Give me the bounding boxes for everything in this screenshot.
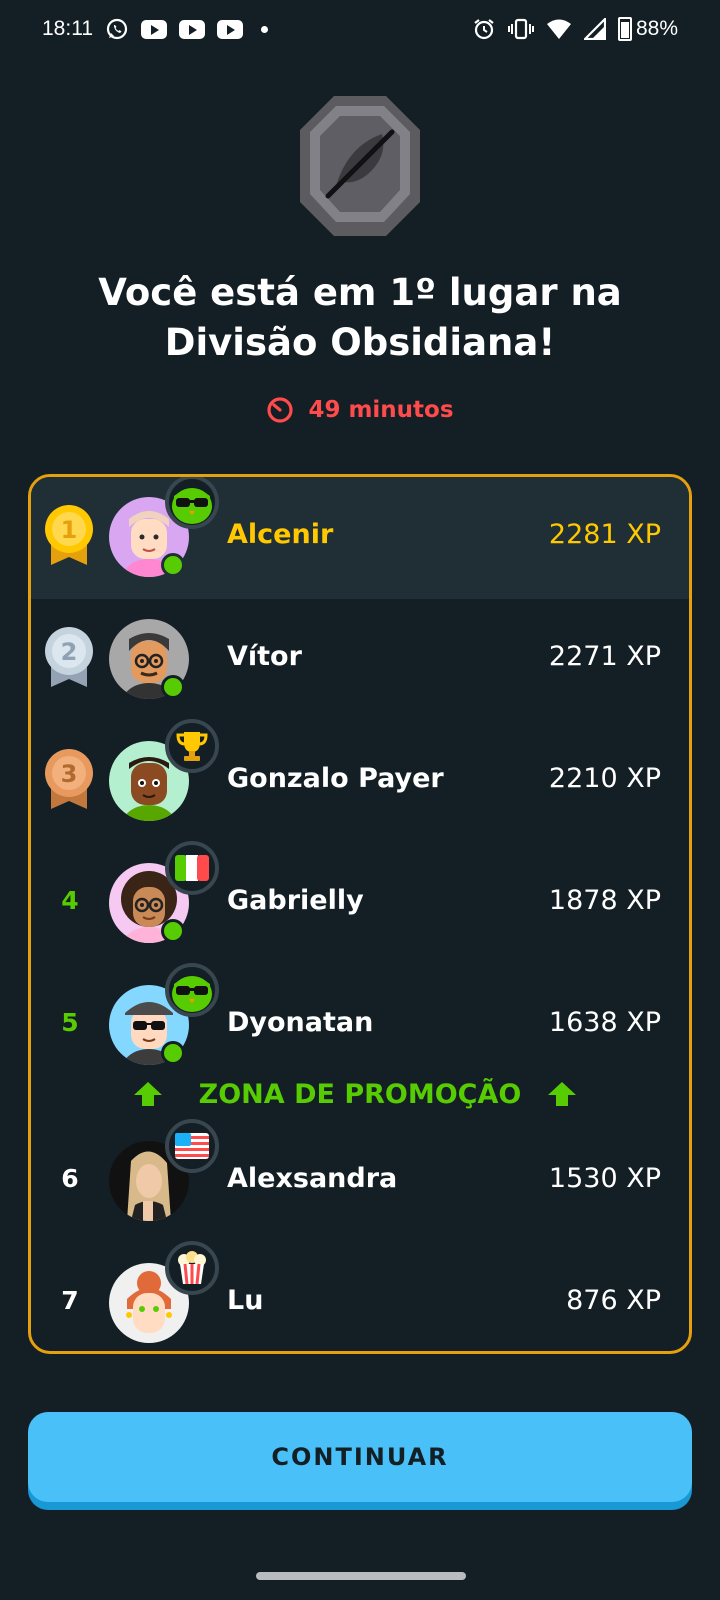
user-xp: 1638 XP — [548, 1007, 661, 1038]
svg-text:2: 2 — [61, 638, 78, 666]
user-xp: 2271 XP — [548, 641, 661, 672]
youtube-icon — [217, 19, 243, 39]
online-status-dot — [161, 1041, 185, 1065]
rank-number: 7 — [61, 1285, 79, 1315]
page-title: Você está em 1º lugar na Divisão Obsidia… — [98, 271, 622, 364]
svg-text:1: 1 — [61, 516, 78, 544]
usa-flag-icon — [165, 1119, 219, 1173]
bronze-medal-icon: 3 — [45, 749, 93, 809]
trophy-icon — [165, 719, 219, 773]
youtube-icon — [179, 19, 205, 39]
user-name: Alcenir — [227, 519, 334, 550]
user-name: Vítor — [227, 641, 302, 672]
timer-text: 49 minutos — [308, 397, 454, 423]
more-notifications-dot — [261, 25, 268, 33]
leaderboard-row[interactable]: 6 Alexsandra 1530 XP — [31, 1119, 689, 1243]
battery-level: 88% — [635, 17, 678, 40]
vibrate-icon — [507, 18, 534, 40]
status-bar: 18:11 88% — [0, 0, 720, 58]
obsidian-league-badge-icon — [300, 96, 420, 236]
italy-flag-icon — [165, 841, 219, 895]
rank-number: 4 — [61, 885, 79, 915]
user-xp: 2210 XP — [548, 763, 661, 794]
status-bar-left: 18:11 — [42, 17, 268, 41]
rank-number: 6 — [61, 1163, 79, 1193]
online-status-dot — [161, 919, 185, 943]
user-name: Gonzalo Payer — [227, 763, 444, 794]
user-xp: 1530 XP — [548, 1163, 661, 1194]
continue-button[interactable]: CONTINUAR — [28, 1412, 692, 1502]
user-xp: 1878 XP — [548, 885, 661, 916]
user-xp: 876 XP — [566, 1285, 661, 1316]
rank-number: 5 — [61, 1007, 79, 1037]
leaderboard-row-current-user[interactable]: 1 Alcenir 2281 XP — [31, 477, 689, 599]
status-bar-right: 88% — [472, 17, 678, 41]
timer-icon — [267, 397, 294, 423]
leaderboard-row[interactable]: 4 Gabrielly 1878 XP — [31, 841, 689, 965]
youtube-icon — [141, 19, 167, 39]
time-remaining: 49 minutos — [0, 396, 720, 424]
battery-icon — [617, 17, 632, 41]
popcorn-icon — [165, 1241, 219, 1295]
user-name: Alexsandra — [227, 1163, 398, 1194]
sunglasses-owl-icon — [165, 477, 219, 529]
user-xp: 2281 XP — [548, 519, 661, 550]
whatsapp-icon — [106, 18, 128, 40]
svg-text:3: 3 — [61, 760, 78, 788]
signal-icon — [583, 18, 606, 40]
leaderboard-row[interactable]: 2 Vítor 2271 XP — [31, 599, 689, 721]
clock: 18:11 — [42, 17, 93, 40]
promotion-zone-label: ZONA DE PROMOÇÃO — [198, 1078, 522, 1110]
arrow-up-icon — [548, 1082, 576, 1106]
sunglasses-owl-icon — [165, 963, 219, 1017]
silver-medal-icon: 2 — [45, 627, 93, 687]
alarm-icon — [474, 19, 494, 40]
arrow-up-icon — [134, 1082, 162, 1106]
online-status-dot — [161, 553, 185, 577]
leaderboard[interactable]: 1 Alcenir 2281 XP 2 Vítor 2271 XP 3 Gonz… — [28, 474, 692, 1354]
leaderboard-row[interactable]: 7 Lu 876 XP — [31, 1241, 689, 1351]
promotion-zone-divider: ZONA DE PROMOÇÃO — [31, 1067, 689, 1121]
user-name: Dyonatan — [227, 1007, 374, 1038]
leaderboard-row[interactable]: 3 Gonzalo Payer 2210 XP — [31, 719, 689, 843]
home-indicator[interactable] — [256, 1572, 466, 1580]
online-status-dot — [161, 675, 185, 699]
user-name: Lu — [227, 1285, 264, 1316]
wifi-icon — [546, 19, 571, 39]
gold-medal-icon: 1 — [45, 505, 93, 565]
user-name: Gabrielly — [227, 885, 364, 916]
